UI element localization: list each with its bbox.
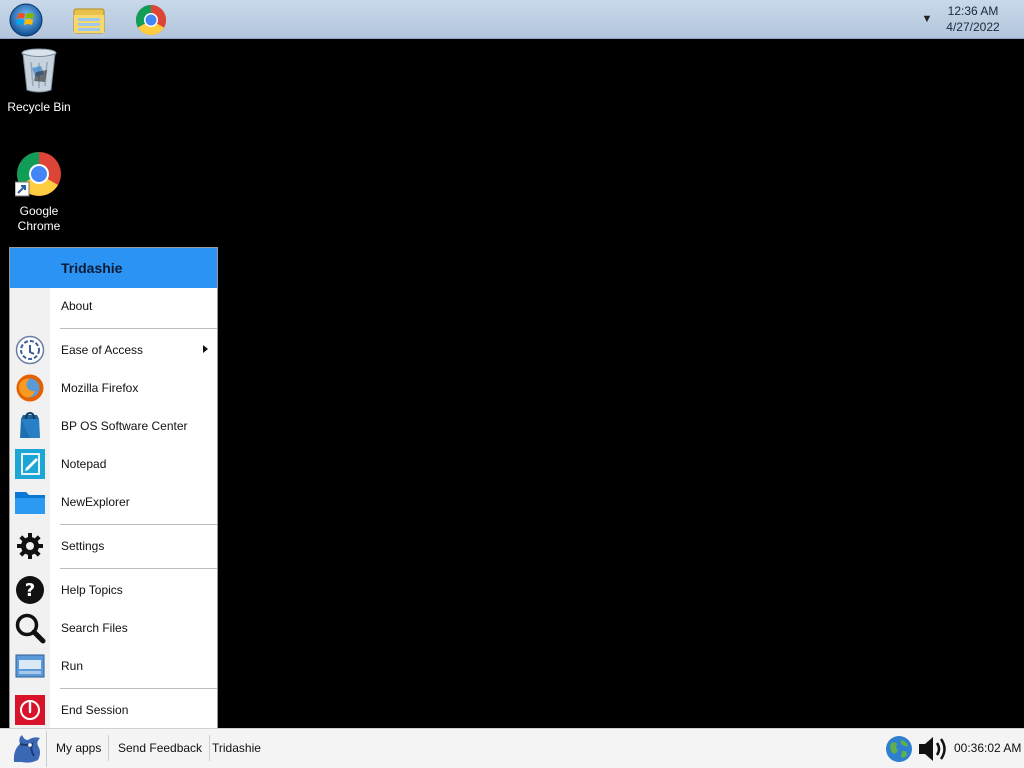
menu-item-label: Mozilla Firefox <box>61 381 139 395</box>
menu-item-label: BP OS Software Center <box>61 419 188 433</box>
start-orb-button[interactable] <box>8 2 44 38</box>
menu-item-label: NewExplorer <box>61 495 130 509</box>
ease-of-access-icon <box>15 335 45 365</box>
menu-item-notepad[interactable]: Notepad <box>10 445 217 483</box>
menu-item-label: Settings <box>61 539 105 553</box>
menu-item-label: Run <box>61 659 84 673</box>
menu-item-mozilla-firefox[interactable]: Mozilla Firefox <box>10 369 217 407</box>
menu-item-search-files[interactable]: Search Files <box>10 609 217 647</box>
system-clock[interactable]: 12:36 AM 4/27/2022 <box>940 3 1006 35</box>
menu-separator <box>60 568 217 569</box>
start-button[interactable] <box>8 731 47 767</box>
my-apps-button[interactable]: My apps <box>49 735 110 761</box>
menu-item-label: About <box>61 299 93 313</box>
desktop-icon-label: Google Chrome <box>17 204 61 233</box>
help-icon: ? <box>16 576 44 604</box>
submenu-arrow-icon <box>203 345 208 353</box>
software-center-icon <box>20 411 40 438</box>
menu-item-newexplorer[interactable]: NewExplorer <box>10 483 217 521</box>
menu-user-header: Tridashie <box>10 248 217 288</box>
chevron-down-icon[interactable]: ▼ <box>920 10 934 28</box>
chrome-taskbar-button[interactable] <box>133 2 169 38</box>
notepad-icon <box>15 449 45 479</box>
menu-item-end-session[interactable]: End Session <box>10 691 217 729</box>
start-icon <box>13 735 40 763</box>
user-tridashie-button[interactable]: Tridashie <box>205 735 268 761</box>
blank-icon <box>10 287 50 325</box>
menu-item-about[interactable]: About <box>10 287 217 325</box>
svg-text:?: ? <box>25 580 35 601</box>
menu-item-label: End Session <box>61 703 129 717</box>
file-explorer-icon <box>73 8 105 34</box>
chrome-icon <box>14 152 61 197</box>
menu-separator <box>60 328 217 329</box>
file-explorer-button[interactable] <box>71 2 107 38</box>
power-icon <box>15 695 45 725</box>
volume-icon[interactable] <box>917 734 951 764</box>
menu-item-ease-of-access[interactable]: Ease of Access <box>10 331 217 369</box>
menu-item-settings[interactable]: Settings <box>10 527 217 565</box>
send-feedback-button[interactable]: Send Feedback <box>111 735 211 761</box>
menu-separator <box>60 688 217 689</box>
gear-icon <box>17 533 43 559</box>
session-timer: 00:36:02 AM <box>954 741 1022 755</box>
recycle-bin-icon <box>21 48 57 93</box>
search-icon <box>15 613 46 644</box>
start-menu: Tridashie About Ease of Access Mozilla F… <box>9 247 218 730</box>
menu-item-help-topics[interactable]: ? Help Topics <box>10 571 217 609</box>
chrome-icon <box>135 4 167 36</box>
menu-item-bp-os-software-center[interactable]: BP OS Software Center <box>10 407 217 445</box>
menu-separator <box>60 524 217 525</box>
globe-icon[interactable] <box>885 735 913 763</box>
menu-item-label: Notepad <box>61 457 107 471</box>
bottom-taskbar: My apps Send Feedback Tridashie 00:36:02… <box>0 728 1024 768</box>
top-taskbar: ▼ 12:36 AM 4/27/2022 <box>0 0 1024 39</box>
menu-item-label: Help Topics <box>61 583 123 597</box>
desktop-icon-label: Recycle Bin <box>7 100 71 114</box>
clock-date: 4/27/2022 <box>946 20 1000 34</box>
run-icon <box>15 654 45 678</box>
clock-time: 12:36 AM <box>947 4 999 18</box>
folder-icon <box>15 492 45 514</box>
menu-item-label: Search Files <box>61 621 128 635</box>
menu-item-label: Ease of Access <box>61 343 144 357</box>
start-orb-icon <box>9 3 43 37</box>
desktop-icon-recycle-bin[interactable]: Recycle Bin <box>1 46 77 115</box>
desktop: ▼ 12:36 AM 4/27/2022 Recycle Bin Google … <box>0 0 1024 768</box>
menu-item-run[interactable]: Run <box>10 647 217 685</box>
desktop-icon-google-chrome[interactable]: Google Chrome <box>1 150 77 234</box>
firefox-icon <box>16 374 44 402</box>
